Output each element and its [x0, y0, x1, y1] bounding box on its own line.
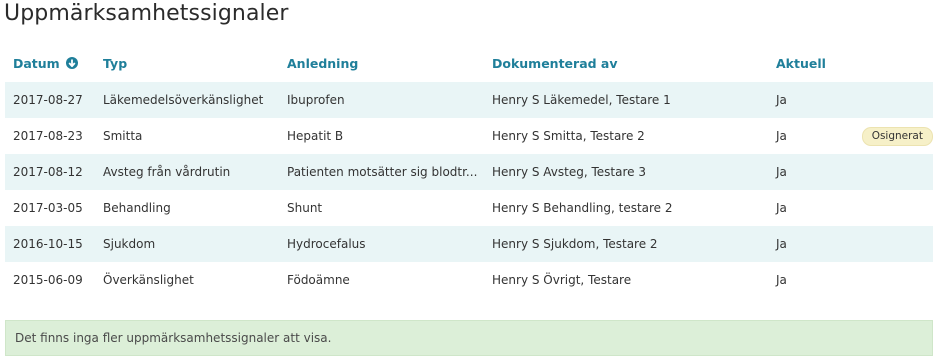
no-more-signals-alert: Det finns inga fler uppmärksamhetssignal… [5, 320, 933, 356]
cell-aktuell: Ja [768, 154, 852, 190]
cell-typ: Överkänslighet [95, 262, 279, 298]
no-more-signals-message: Det finns inga fler uppmärksamhetssignal… [15, 331, 332, 345]
cell-typ: Avsteg från vårdrutin [95, 154, 279, 190]
table-header-row: Datum Typ Anledning Dokumenterad av Aktu… [5, 45, 933, 82]
table-row[interactable]: 2015-06-09 Överkänslighet Födoämne Henry… [5, 262, 933, 298]
cell-dokumenterad-av: Henry S Sjukdom, Testare 2 [484, 226, 768, 262]
cell-anledning: Födoämne [279, 262, 484, 298]
cell-status [852, 262, 933, 298]
cell-status [852, 154, 933, 190]
cell-anledning: Patienten motsätter sig blodtr... [279, 154, 484, 190]
table-row[interactable]: 2017-08-12 Avsteg från vårdrutin Patient… [5, 154, 933, 190]
signals-table: Datum Typ Anledning Dokumenterad av Aktu… [5, 45, 933, 298]
cell-anledning: Hydrocefalus [279, 226, 484, 262]
column-header-typ[interactable]: Typ [95, 45, 279, 82]
cell-datum: 2017-08-27 [5, 82, 95, 118]
cell-typ: Smitta [95, 118, 279, 154]
column-header-anledning[interactable]: Anledning [279, 45, 484, 82]
table-row[interactable]: 2017-03-05 Behandling Shunt Henry S Beha… [5, 190, 933, 226]
cell-status [852, 190, 933, 226]
cell-dokumenterad-av: Henry S Avsteg, Testare 3 [484, 154, 768, 190]
table-row[interactable]: 2017-08-23 Smitta Hepatit B Henry S Smit… [5, 118, 933, 154]
cell-typ: Sjukdom [95, 226, 279, 262]
column-header-datum-label: Datum [13, 56, 60, 71]
cell-dokumenterad-av: Henry S Behandling, testare 2 [484, 190, 768, 226]
cell-dokumenterad-av: Henry S Övrigt, Testare [484, 262, 768, 298]
page-title: Uppmärksamhetssignaler [4, 1, 289, 26]
table-row[interactable]: 2017-08-27 Läkemedelsöverkänslighet Ibup… [5, 82, 933, 118]
column-header-status [852, 45, 933, 82]
cell-anledning: Ibuprofen [279, 82, 484, 118]
cell-datum: 2015-06-09 [5, 262, 95, 298]
cell-datum: 2017-03-05 [5, 190, 95, 226]
cell-datum: 2016-10-15 [5, 226, 95, 262]
cell-status: Osignerat [852, 118, 933, 154]
cell-datum: 2017-08-23 [5, 118, 95, 154]
cell-dokumenterad-av: Henry S Läkemedel, Testare 1 [484, 82, 768, 118]
cell-aktuell: Ja [768, 226, 852, 262]
cell-aktuell: Ja [768, 118, 852, 154]
table-row[interactable]: 2016-10-15 Sjukdom Hydrocefalus Henry S … [5, 226, 933, 262]
cell-aktuell: Ja [768, 190, 852, 226]
cell-typ: Behandling [95, 190, 279, 226]
column-header-aktuell[interactable]: Aktuell [768, 45, 852, 82]
cell-anledning: Shunt [279, 190, 484, 226]
cell-status [852, 226, 933, 262]
column-header-dokumenterad-av[interactable]: Dokumenterad av [484, 45, 768, 82]
cell-status [852, 82, 933, 118]
cell-anledning: Hepatit B [279, 118, 484, 154]
cell-datum: 2017-08-12 [5, 154, 95, 190]
sort-descending-icon[interactable] [66, 57, 79, 69]
cell-dokumenterad-av: Henry S Smitta, Testare 2 [484, 118, 768, 154]
column-header-datum[interactable]: Datum [5, 45, 95, 82]
unsigned-badge: Osignerat [861, 126, 933, 146]
cell-aktuell: Ja [768, 262, 852, 298]
cell-aktuell: Ja [768, 82, 852, 118]
cell-typ: Läkemedelsöverkänslighet [95, 82, 279, 118]
